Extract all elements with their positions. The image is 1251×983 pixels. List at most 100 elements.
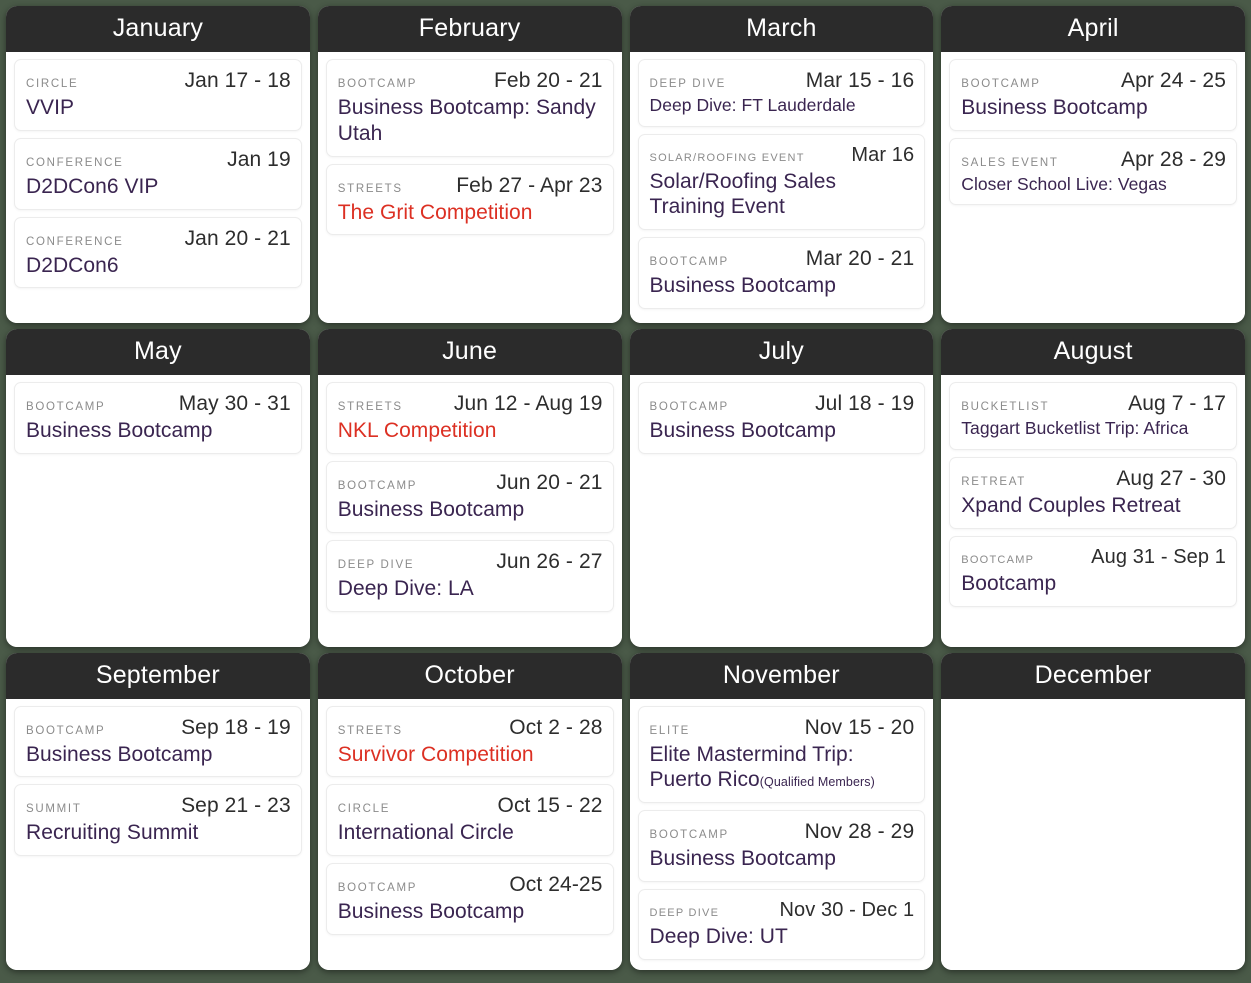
event-title: Deep Dive: LA: [338, 576, 603, 602]
month-events-list: DEEP DIVE Mar 15 - 16 Deep Dive: FT Lauder…: [629, 52, 934, 324]
month-card-november: November ELITE Nov 15 - 20 Elite Mastermind…: [629, 652, 934, 970]
event-category-label: BOOTCAMP: [337, 882, 418, 895]
event-header-row: CONFERENCE Jan 19: [26, 148, 291, 172]
event-title-text: Closer School Live: Vegas: [961, 173, 1167, 194]
event-header-row: STREETS Feb 27 - Apr 23: [338, 174, 603, 198]
event-header-row: BOOTCAMP Mar 20 - 21: [650, 247, 915, 271]
event-card[interactable]: RETREAT Aug 27 - 30 Xpand Couples Retreat: [949, 456, 1237, 529]
event-category-label: DEEP DIVE: [649, 907, 720, 920]
event-title-text: Business Bootcamp: [26, 742, 213, 766]
month-events-list: ELITE Nov 15 - 20 Elite Mastermind Trip: P…: [629, 698, 934, 970]
month-events-list: STREETS Oct 2 - 28 Survivor Competition CIR…: [317, 698, 622, 970]
event-header-row: BOOTCAMP Jun 20 - 21: [338, 471, 603, 495]
event-card[interactable]: BOOTCAMP Apr 24 - 25 Business Bootcamp: [949, 59, 1237, 131]
month-header: September: [6, 652, 310, 699]
event-category-label: STREETS: [337, 401, 403, 414]
event-card[interactable]: DEEP DIVE Jun 26 - 27 Deep Dive: LA: [325, 539, 614, 612]
event-card[interactable]: BOOTCAMP May 30 - 31 Business Bootcamp: [14, 382, 302, 455]
event-title: Elite Mastermind Trip: Puerto Rico(Quali…: [650, 742, 915, 794]
event-card[interactable]: DEEP DIVE Mar 15 - 16 Deep Dive: FT Lauder…: [637, 59, 926, 127]
event-card[interactable]: SOLAR/ROOFING EVENT Mar 16 Solar/Roofing S…: [637, 133, 926, 231]
event-date: Oct 24-25: [509, 873, 603, 897]
event-date: Jan 17 - 18: [184, 69, 291, 92]
event-card[interactable]: BOOTCAMP Mar 20 - 21 Business Bootcamp: [637, 237, 926, 309]
event-card[interactable]: ELITE Nov 15 - 20 Elite Mastermind Trip: P…: [637, 705, 926, 804]
event-date: Apr 24 - 25: [1121, 69, 1226, 92]
event-title-text: Xpand Couples Retreat: [961, 493, 1181, 517]
event-card[interactable]: CIRCLE Oct 15 - 22 International Circle: [325, 784, 614, 857]
event-date: Nov 30 - Dec 1: [779, 899, 915, 922]
event-card[interactable]: CIRCLE Jan 17 - 18 VVIP: [14, 59, 302, 131]
event-date: Jun 26 - 27: [496, 549, 603, 573]
event-title: VVIP: [26, 95, 291, 121]
event-card[interactable]: BOOTCAMP Oct 24-25 Business Bootcamp: [325, 863, 614, 936]
event-date: Jun 20 - 21: [496, 471, 603, 495]
event-title-text: Taggart Bucketlist Trip: Africa: [961, 418, 1189, 439]
event-category-label: BOOTCAMP: [26, 724, 106, 737]
event-title-text: Deep Dive: LA: [337, 576, 474, 600]
event-date: Aug 7 - 17: [1128, 392, 1226, 416]
event-title-text: Business Bootcamp: [961, 96, 1148, 119]
event-header-row: DEEP DIVE Mar 15 - 16: [650, 69, 915, 93]
event-header-row: BOOTCAMP Jul 18 - 19: [650, 392, 915, 416]
event-title: D2DCon6 VIP: [26, 174, 291, 200]
event-card[interactable]: STREETS Oct 2 - 28 Survivor Competition: [325, 705, 614, 778]
event-category-label: RETREAT: [961, 475, 1026, 488]
event-title-text: Business Bootcamp: Sandy Utah: [337, 96, 596, 145]
month-card-april: April BOOTCAMP Apr 24 - 25 Business Bootcam…: [941, 6, 1245, 324]
event-title-text: Deep Dive: FT Lauderdale: [649, 95, 856, 115]
month-events-list: CIRCLE Jan 17 - 18 VVIP CONFERENCE Jan 19 D2D…: [6, 52, 310, 324]
event-card[interactable]: BUCKETLIST Aug 7 - 17 Taggart Bucketlist T…: [949, 382, 1237, 450]
event-header-row: BUCKETLIST Aug 7 - 17: [961, 392, 1226, 416]
event-title: Business Bootcamp: [338, 899, 603, 925]
event-card[interactable]: SUMMIT Sep 21 - 23 Recruiting Summit: [14, 784, 302, 857]
event-title-text: Business Bootcamp: [649, 419, 836, 443]
event-card[interactable]: BOOTCAMP Feb 20 - 21 Business Bootcamp: Sa…: [325, 59, 614, 157]
event-title-text: Business Bootcamp: [337, 498, 525, 522]
month-events-list: [941, 698, 1245, 970]
event-card[interactable]: BOOTCAMP Aug 31 - Sep 1 Bootcamp: [949, 535, 1237, 607]
month-card-december: December: [941, 652, 1245, 970]
event-card[interactable]: STREETS Feb 27 - Apr 23 The Grit Competiti…: [325, 163, 614, 236]
event-category-label: SUMMIT: [26, 803, 82, 816]
event-title: Xpand Couples Retreat: [961, 493, 1226, 519]
event-header-row: BOOTCAMP Aug 31 - Sep 1: [961, 546, 1226, 569]
event-category-label: BUCKETLIST: [961, 401, 1050, 414]
event-date: Jun 12 - Aug 19: [453, 392, 603, 416]
event-header-row: SALES EVENT Apr 28 - 29: [961, 148, 1226, 172]
event-header-row: SUMMIT Sep 21 - 23: [26, 794, 291, 818]
month-card-june: June STREETS Jun 12 - Aug 19 NKL Competitio…: [317, 329, 622, 647]
event-title: Business Bootcamp: [650, 418, 915, 444]
event-title-text: Business Bootcamp: [649, 847, 836, 871]
event-category-label: STREETS: [337, 724, 403, 737]
event-title: D2DCon6: [26, 253, 291, 279]
event-date: Nov 28 - 29: [804, 820, 915, 844]
event-header-row: BOOTCAMP Nov 28 - 29: [650, 820, 915, 844]
event-category-label: CONFERENCE: [26, 235, 124, 248]
event-card[interactable]: BOOTCAMP Nov 28 - 29 Business Bootcamp: [637, 810, 926, 883]
event-date: Sep 18 - 19: [181, 715, 291, 739]
event-card[interactable]: SALES EVENT Apr 28 - 29 Closer School Live…: [949, 137, 1237, 206]
month-header: January: [6, 6, 310, 52]
event-card[interactable]: CONFERENCE Jan 19 D2DCon6 VIP: [14, 137, 302, 210]
event-card[interactable]: CONFERENCE Jan 20 - 21 D2DCon6: [14, 216, 302, 289]
event-title-text: VVIP: [26, 96, 75, 119]
event-date: Apr 28 - 29: [1121, 147, 1226, 171]
event-title-text: Bootcamp: [961, 571, 1057, 595]
month-events-list: BUCKETLIST Aug 7 - 17 Taggart Bucketlist T…: [941, 375, 1245, 647]
month-events-list: BOOTCAMP Jul 18 - 19 Business Bootcamp: [629, 375, 934, 647]
month-events-list: BOOTCAMP Sep 18 - 19 Business Bootcamp SUMM…: [6, 698, 310, 970]
event-category-label: CIRCLE: [26, 78, 79, 90]
event-header-row: CIRCLE Jan 17 - 18: [26, 69, 291, 93]
event-card[interactable]: BOOTCAMP Jul 18 - 19 Business Bootcamp: [637, 382, 926, 455]
event-date: Feb 27 - Apr 23: [456, 173, 603, 197]
event-card[interactable]: BOOTCAMP Jun 20 - 21 Business Bootcamp: [325, 461, 614, 533]
event-card[interactable]: STREETS Jun 12 - Aug 19 NKL Competition: [325, 382, 614, 455]
event-card[interactable]: BOOTCAMP Sep 18 - 19 Business Bootcamp: [14, 705, 302, 778]
month-card-august: August BUCKETLIST Aug 7 - 17 Taggart Bucket…: [941, 329, 1245, 647]
event-category-label: CIRCLE: [337, 803, 391, 816]
event-date: Oct 15 - 22: [497, 794, 603, 818]
event-card[interactable]: DEEP DIVE Nov 30 - Dec 1 Deep Dive: UT: [637, 889, 926, 960]
event-title: Bootcamp: [961, 571, 1226, 597]
event-header-row: STREETS Oct 2 - 28: [338, 716, 603, 740]
